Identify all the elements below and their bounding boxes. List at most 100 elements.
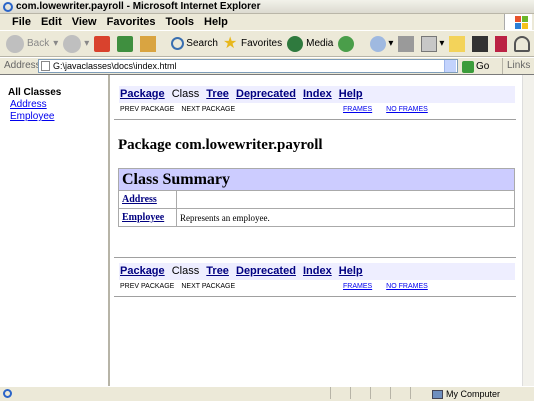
address-value: G:\javaclasses\docs\index.html bbox=[53, 61, 177, 71]
research-icon bbox=[472, 35, 489, 52]
class-summary-heading: Class Summary bbox=[118, 168, 515, 191]
address-dropdown-icon[interactable] bbox=[444, 60, 456, 72]
search-button[interactable]: Search bbox=[171, 37, 218, 50]
nav-package[interactable]: Package bbox=[120, 265, 165, 277]
windows-logo-icon bbox=[504, 14, 532, 30]
history-button[interactable] bbox=[338, 35, 357, 52]
class-description bbox=[176, 190, 515, 209]
nav-tree[interactable]: Tree bbox=[206, 88, 229, 100]
frames-link[interactable]: FRAMES bbox=[343, 106, 372, 113]
links-button[interactable]: Links bbox=[502, 58, 530, 74]
standard-toolbar: Back ▾ ▾ Search ★ Favorites Media ▾ ▾ bbox=[0, 30, 534, 57]
stop-icon bbox=[94, 35, 111, 52]
nav-index[interactable]: Index bbox=[303, 265, 332, 277]
bottom-sub-nav: PREV PACKAGE NEXT PACKAGE FRAMES NO FRAMES bbox=[119, 282, 515, 292]
print-icon bbox=[398, 35, 415, 52]
media-icon bbox=[287, 35, 304, 52]
print-button[interactable] bbox=[398, 35, 416, 52]
messenger-icon bbox=[495, 35, 508, 52]
back-dropdown-icon[interactable]: ▾ bbox=[53, 38, 58, 49]
user-icon bbox=[514, 35, 531, 52]
table-row: Employee Represents an employee. bbox=[118, 208, 515, 227]
divider bbox=[114, 119, 516, 120]
security-zone: My Computer bbox=[432, 387, 500, 401]
class-link-address[interactable]: Address bbox=[8, 99, 108, 111]
nav-class: Class bbox=[171, 88, 200, 100]
class-name-address[interactable]: Address bbox=[118, 190, 177, 209]
nav-help[interactable]: Help bbox=[339, 88, 363, 100]
folder-button[interactable] bbox=[449, 35, 467, 52]
package-frame: Package Class Tree Deprecated Index Help… bbox=[112, 75, 534, 387]
edit-dropdown-icon[interactable]: ▾ bbox=[439, 38, 444, 49]
stop-button[interactable] bbox=[94, 35, 112, 52]
forward-button[interactable]: ▾ bbox=[63, 34, 89, 53]
user-button[interactable] bbox=[514, 35, 532, 52]
next-package: NEXT PACKAGE bbox=[181, 106, 236, 113]
menu-help[interactable]: Help bbox=[199, 14, 233, 30]
nav-deprecated[interactable]: Deprecated bbox=[236, 88, 296, 100]
home-icon bbox=[140, 35, 157, 52]
address-input[interactable]: G:\javaclasses\docs\index.html bbox=[38, 59, 458, 73]
refresh-button[interactable] bbox=[117, 35, 135, 52]
ie-logo-icon bbox=[3, 2, 13, 12]
research-button[interactable] bbox=[472, 35, 490, 52]
status-cell bbox=[330, 387, 346, 399]
nav-index[interactable]: Index bbox=[303, 88, 332, 100]
menu-edit[interactable]: Edit bbox=[36, 14, 67, 30]
prev-package: PREV PACKAGE bbox=[120, 283, 175, 290]
status-bar: My Computer bbox=[0, 386, 534, 400]
history-icon bbox=[338, 35, 355, 52]
nav-package[interactable]: Package bbox=[120, 88, 165, 100]
refresh-icon bbox=[117, 35, 134, 52]
vertical-scrollbar[interactable] bbox=[522, 75, 534, 387]
computer-icon bbox=[432, 389, 443, 399]
menu-view[interactable]: View bbox=[67, 14, 102, 30]
class-name-employee[interactable]: Employee bbox=[118, 208, 177, 227]
no-frames-link[interactable]: NO FRAMES bbox=[386, 283, 428, 290]
prev-package: PREV PACKAGE bbox=[120, 106, 175, 113]
class-description: Represents an employee. bbox=[176, 208, 515, 227]
status-cell bbox=[350, 387, 366, 399]
page-icon bbox=[41, 61, 50, 71]
address-bar: Address G:\javaclasses\docs\index.html G… bbox=[0, 57, 534, 75]
nav-class: Class bbox=[171, 265, 200, 277]
home-button[interactable] bbox=[140, 35, 158, 52]
mail-dropdown-icon[interactable]: ▾ bbox=[388, 38, 393, 49]
no-frames-link[interactable]: NO FRAMES bbox=[386, 106, 428, 113]
top-nav-bar: Package Class Tree Deprecated Index Help bbox=[119, 86, 515, 103]
status-cell bbox=[390, 387, 406, 399]
back-button[interactable]: Back ▾ bbox=[6, 34, 58, 53]
address-label: Address bbox=[4, 60, 41, 71]
folder-icon bbox=[449, 35, 466, 52]
divider bbox=[114, 257, 516, 258]
menu-bar: File Edit View Favorites Tools Help bbox=[0, 14, 534, 30]
menu-tools[interactable]: Tools bbox=[161, 14, 200, 30]
media-button[interactable]: Media bbox=[287, 35, 333, 52]
bottom-nav-bar: Package Class Tree Deprecated Index Help bbox=[119, 263, 515, 280]
messenger-button[interactable] bbox=[495, 35, 509, 52]
menu-file[interactable]: File bbox=[0, 14, 36, 30]
mail-icon bbox=[370, 35, 387, 52]
menu-favorites[interactable]: Favorites bbox=[102, 14, 161, 30]
window-title: com.lowewriter.payroll - Microsoft Inter… bbox=[16, 1, 261, 12]
nav-deprecated[interactable]: Deprecated bbox=[236, 265, 296, 277]
top-sub-nav: PREV PACKAGE NEXT PACKAGE FRAMES NO FRAMES bbox=[119, 105, 515, 115]
favorites-button[interactable]: ★ Favorites bbox=[223, 35, 282, 52]
title-bar: com.lowewriter.payroll - Microsoft Inter… bbox=[0, 0, 534, 14]
page-content: All Classes Address Employee Package Cla… bbox=[0, 74, 534, 387]
edit-button[interactable]: ▾ bbox=[421, 35, 444, 52]
mail-button[interactable]: ▾ bbox=[370, 35, 393, 52]
edit-icon bbox=[421, 35, 438, 52]
frames-link[interactable]: FRAMES bbox=[343, 283, 372, 290]
back-arrow-icon bbox=[6, 34, 24, 53]
nav-tree[interactable]: Tree bbox=[206, 265, 229, 277]
forward-dropdown-icon[interactable]: ▾ bbox=[84, 38, 89, 49]
forward-arrow-icon bbox=[63, 34, 82, 53]
class-summary-table: Class Summary Address Employee Represent… bbox=[118, 168, 515, 227]
class-link-employee[interactable]: Employee bbox=[8, 111, 108, 123]
nav-help[interactable]: Help bbox=[339, 265, 363, 277]
browser-window: com.lowewriter.payroll - Microsoft Inter… bbox=[0, 0, 534, 400]
table-row: Address bbox=[118, 190, 515, 209]
go-button[interactable]: Go bbox=[462, 59, 489, 75]
status-cell bbox=[370, 387, 386, 399]
